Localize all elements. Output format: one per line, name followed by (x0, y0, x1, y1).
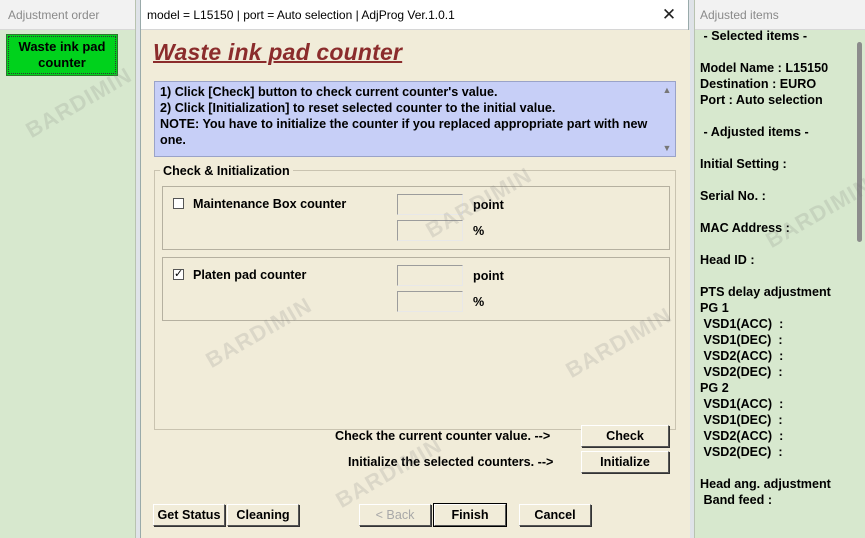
initialize-button[interactable]: Initialize (581, 451, 669, 473)
instruction-note: NOTE: You have to initialize the counter… (160, 117, 648, 147)
adjustment-order-list: Waste ink pad counter (6, 34, 118, 76)
platen-pad-counter-row: ✓ Platen pad counter point % (162, 257, 670, 321)
adjusted-item-line: VSD1(DEC) : (700, 413, 783, 427)
adjusted-item-line (700, 140, 831, 156)
check-initialization-group: Check & Initialization Maintenance Box c… (154, 164, 676, 430)
adjusted-item-line: - Selected items - (700, 29, 808, 43)
adjusted-item-line: Head ID : (700, 253, 755, 267)
maintenance-box-checkbox[interactable] (173, 198, 184, 209)
maintenance-box-counter-row: Maintenance Box counter point % (162, 186, 670, 250)
back-button[interactable]: < Back (359, 504, 431, 526)
adjusted-item-line: Band feed : (700, 493, 773, 507)
check-button[interactable]: Check (581, 425, 669, 447)
adjusted-item-line (700, 236, 831, 252)
checkmark-icon: ✓ (174, 268, 184, 280)
adjusted-item-line: VSD2(ACC) : (700, 349, 784, 363)
adjusted-item-line: VSD2(DEC) : (700, 445, 783, 459)
cleaning-button[interactable]: Cleaning (227, 504, 299, 526)
adjusted-item-line: - Adjusted items - (700, 125, 809, 139)
dialog-content: Waste ink pad counter 1) Click [Check] b… (141, 30, 690, 538)
adjusted-item-line: VSD2(DEC) : (700, 365, 783, 379)
order-item-label: Waste ink pad counter (18, 39, 106, 70)
adjusted-item-line: Head ang. adjustment (700, 477, 831, 491)
adjusted-item-line: VSD2(ACC) : (700, 429, 784, 443)
instructions-scrollbar[interactable]: ▲ ▼ (659, 82, 675, 156)
platen-pad-checkbox[interactable]: ✓ (173, 269, 184, 280)
maintenance-box-point-field (397, 194, 463, 215)
adjusted-items-window: Adjusted items - Selected items - Model … (694, 0, 865, 538)
adjusted-item-line (700, 44, 831, 60)
platen-pad-percent-field (397, 291, 463, 312)
maintenance-box-percent-field (397, 220, 463, 241)
instruction-line-1: 1) Click [Check] button to check current… (160, 85, 498, 99)
platen-pad-label: Platen pad counter (193, 268, 307, 282)
adjusted-item-line: VSD1(DEC) : (700, 333, 783, 347)
instructions-box: 1) Click [Check] button to check current… (154, 81, 676, 157)
adjustment-order-window: Adjustment order Waste ink pad counter (0, 0, 136, 538)
adjusted-items-list: - Selected items - Model Name : L15150 De… (700, 28, 831, 508)
maintenance-box-label: Maintenance Box counter (193, 197, 347, 211)
adjusted-items-scrollbar[interactable] (857, 42, 862, 242)
adjusted-items-title: Adjusted items (695, 0, 865, 30)
check-hint: Check the current counter value. --> (335, 429, 551, 443)
page-title: Waste ink pad counter (153, 39, 403, 65)
initialize-hint: Initialize the selected counters. --> (348, 455, 554, 469)
adjusted-item-line: PG 2 (700, 381, 729, 395)
dialog-titlebar: model = L15150 | port = Auto selection |… (141, 0, 688, 30)
adjusted-item-line: Serial No. : (700, 189, 766, 203)
finish-button[interactable]: Finish (433, 503, 507, 527)
adjusted-item-line (700, 108, 831, 124)
adjusted-item-line (700, 204, 831, 220)
instruction-line-2: 2) Click [Initialization] to reset selec… (160, 101, 556, 115)
point-unit: point (473, 269, 504, 283)
scroll-down-icon[interactable]: ▼ (659, 140, 675, 156)
platen-pad-point-field (397, 265, 463, 286)
adjusted-item-line: Model Name : L15150 (700, 61, 829, 75)
adjusted-item-line: Port : Auto selection (700, 93, 823, 107)
percent-unit: % (473, 224, 485, 238)
adjusted-item-line (700, 460, 831, 476)
adjusted-item-line: MAC Address : (700, 221, 790, 235)
dialog-title: model = L15150 | port = Auto selection |… (147, 8, 455, 22)
order-item-waste-ink-pad[interactable]: Waste ink pad counter (6, 34, 118, 76)
adjusted-item-line (700, 268, 831, 284)
adjusted-item-line: PG 1 (700, 301, 729, 315)
scroll-up-icon[interactable]: ▲ (659, 82, 675, 98)
adjusted-item-line: Destination : EURO (700, 77, 817, 91)
adjusted-item-line (700, 172, 831, 188)
main-dialog: model = L15150 | port = Auto selection |… (140, 0, 690, 538)
adjusted-item-line: Initial Setting : (700, 157, 787, 171)
point-unit: point (473, 198, 504, 212)
get-status-button[interactable]: Get Status (153, 504, 225, 526)
adjusted-item-line: PTS delay adjustment (700, 285, 831, 299)
adjusted-item-line: VSD1(ACC) : (700, 317, 784, 331)
adjustment-order-title: Adjustment order (0, 0, 135, 30)
close-icon[interactable]: ✕ (656, 0, 682, 30)
percent-unit: % (473, 295, 485, 309)
adjusted-item-line: VSD1(ACC) : (700, 397, 784, 411)
cancel-button[interactable]: Cancel (519, 504, 591, 526)
group-title: Check & Initialization (160, 164, 293, 178)
